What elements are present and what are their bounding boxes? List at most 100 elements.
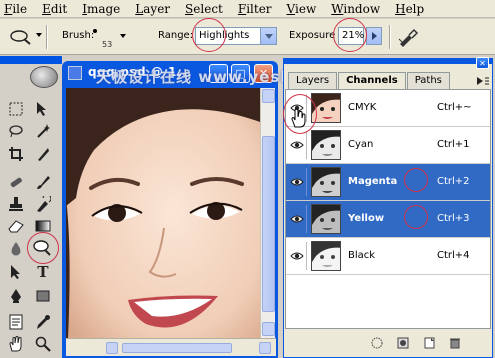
tab-paths[interactable]: Paths [406,72,450,89]
channel-list: CMYK Ctrl+~ Cyan Ctrl+1 Magenta Ctrl+2 Y… [285,89,491,329]
eyedropper-tool-icon[interactable] [33,313,53,331]
channel-thumbnail [311,130,341,160]
exposure-slider-button[interactable] [366,27,382,45]
zoom-tool-icon[interactable] [33,335,53,353]
brush-preview-icon[interactable] [93,29,97,33]
toolbox-titlebar [0,56,62,64]
lasso-tool-icon[interactable] [6,122,26,140]
menu-bar: File Edit Image Layer Select Filter View… [0,0,495,18]
panel-bottom-bar [285,330,491,356]
panel-tabs: Layers Channels Paths [288,72,451,90]
document-canvas[interactable] [66,88,260,338]
document-icon [68,66,82,80]
menu-filter[interactable]: Filter [238,2,272,16]
gradient-tool-icon[interactable] [33,217,53,235]
airbrush-icon[interactable] [397,27,419,47]
exposure-label: Exposure [289,30,336,41]
channel-shortcut: Ctrl+2 [437,176,470,187]
horizontal-scroll-thumb[interactable] [122,343,232,353]
menu-edit[interactable]: Edit [42,2,67,16]
exposure-value: 21% [342,30,365,41]
vertical-scrollbar[interactable] [260,88,275,338]
options-bar: Brush: 53 Range: Highlights Exposure 21% [0,19,495,55]
type-tool-icon[interactable]: T [33,263,53,281]
blur-tool-icon[interactable] [6,240,26,258]
eye-icon[interactable] [287,242,307,270]
hand-tool-icon[interactable] [6,335,26,353]
crop-tool-icon[interactable] [6,145,26,163]
channel-thumbnail [311,241,341,271]
channel-row-yellow[interactable]: Yellow Ctrl+3 [286,201,490,238]
scroll-up-button[interactable] [262,89,275,103]
channel-row-cyan[interactable]: Cyan Ctrl+1 [286,127,490,164]
dodge-tool-preset-icon[interactable] [8,28,34,46]
rectangle-tool-icon[interactable] [33,287,53,305]
channel-row-black[interactable]: Black Ctrl+4 [286,238,490,275]
scroll-right-button[interactable] [259,342,271,354]
load-selection-icon[interactable] [371,337,383,349]
magic-wand-icon[interactable] [33,122,53,140]
channel-shortcut: Ctrl+~ [437,102,472,113]
panel-close-button[interactable]: ✕ [476,57,489,69]
marquee-tool-icon[interactable] [6,100,26,118]
pen-tool-icon[interactable] [6,287,26,305]
channel-thumbnail [311,204,341,234]
photoshop-logo-icon[interactable] [30,66,58,88]
new-channel-icon[interactable] [423,337,435,349]
hand-cursor-icon [291,108,306,128]
trash-icon[interactable] [449,337,461,349]
eye-icon[interactable] [287,131,307,159]
range-value: Highlights [199,30,250,41]
options-separator [389,25,391,49]
slice-tool-icon[interactable] [33,145,53,163]
path-selection-icon[interactable] [6,263,26,281]
channel-thumbnail [311,93,341,123]
channel-name: CMYK [348,102,377,113]
menu-file[interactable]: File [4,2,27,16]
horizontal-scrollbar[interactable] [66,338,276,356]
tab-channels[interactable]: Channels [338,72,406,90]
panel-menu-icon[interactable] [474,74,490,88]
channel-name: Magenta [348,176,398,187]
channel-row-magenta[interactable]: Magenta Ctrl+2 [286,164,490,201]
exposure-input[interactable]: 21% [338,27,364,45]
channel-row-cmyk[interactable]: CMYK Ctrl+~ [286,90,490,127]
channel-name: Cyan [348,139,374,150]
channel-shortcut: Ctrl+3 [437,213,470,224]
tab-layers[interactable]: Layers [288,72,338,89]
vertical-scroll-thumb[interactable] [262,136,275,312]
menu-image[interactable]: Image [82,2,120,16]
options-separator [46,25,48,49]
save-selection-icon[interactable] [397,337,409,349]
scroll-left-button[interactable] [106,342,118,354]
channel-name: Yellow [348,213,385,224]
move-tool-icon[interactable] [33,100,53,118]
scroll-down-button[interactable] [262,322,275,336]
notes-tool-icon[interactable] [6,313,26,331]
menu-layer[interactable]: Layer [135,2,170,16]
channel-shortcut: Ctrl+4 [437,250,470,261]
range-dropdown-icon[interactable] [260,28,276,44]
eye-icon[interactable] [287,205,307,233]
channel-shortcut: Ctrl+1 [437,139,470,150]
clone-stamp-icon[interactable] [6,195,26,213]
brush-tool-icon[interactable] [33,173,53,191]
range-label: Range: [158,30,194,41]
menu-view[interactable]: View [287,2,317,16]
channel-name: Black [348,250,376,261]
portrait-image [66,88,260,338]
menu-help[interactable]: Help [395,2,424,16]
brush-label: Brush: [62,30,95,41]
menu-window[interactable]: Window [331,2,380,16]
channel-thumbnail [311,167,341,197]
healing-brush-icon[interactable] [6,173,26,191]
brush-size: 53 [102,40,113,49]
history-brush-icon[interactable] [33,195,53,213]
tool-preset-dropdown-icon[interactable] [36,33,42,37]
dodge-tool-icon[interactable] [29,236,55,260]
range-select[interactable]: Highlights [195,27,277,45]
eraser-tool-icon[interactable] [6,217,26,235]
menu-select[interactable]: Select [185,2,223,16]
eye-icon[interactable] [287,168,307,196]
brush-dropdown-icon[interactable] [120,34,126,38]
